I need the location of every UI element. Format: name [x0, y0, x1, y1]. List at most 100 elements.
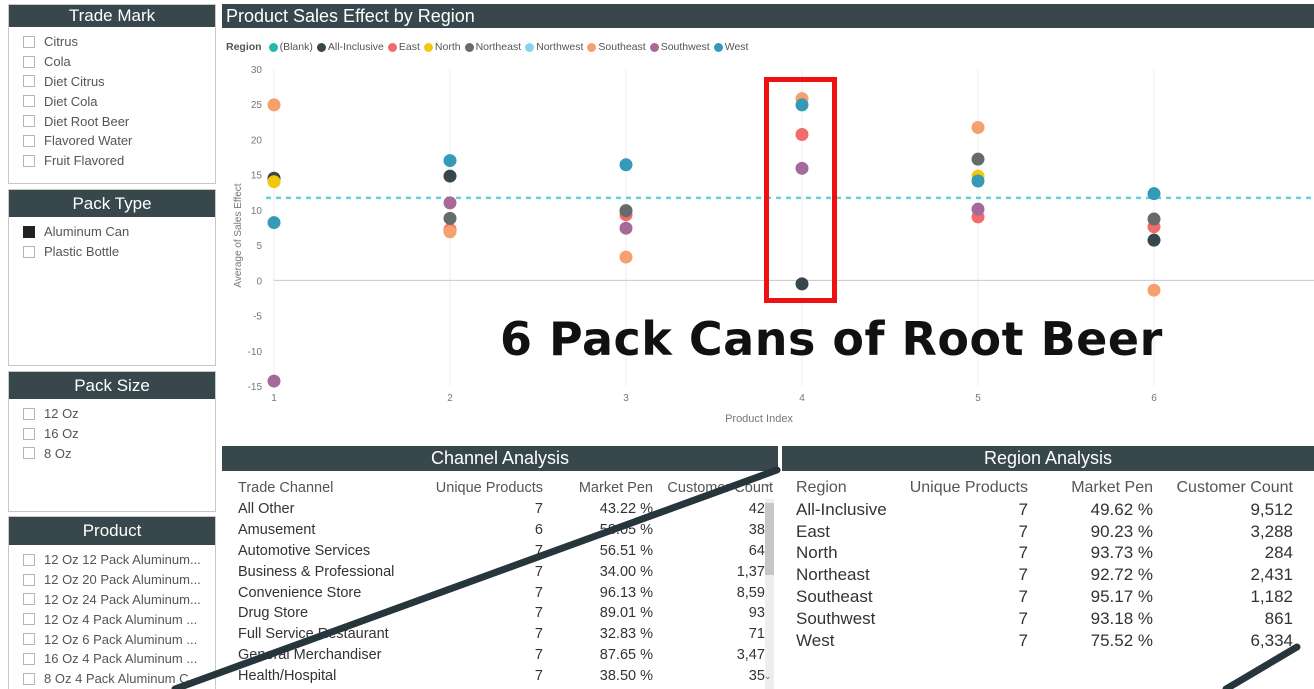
checkbox[interactable]: [23, 95, 35, 108]
checkbox[interactable]: [23, 407, 35, 420]
region-header-region[interactable]: Region: [792, 477, 892, 499]
checkbox[interactable]: [23, 134, 35, 147]
trade-mark-item-flavored-water[interactable]: Flavored Water: [23, 131, 215, 151]
checkbox[interactable]: [23, 593, 35, 606]
y-tick-label: -10: [248, 347, 263, 358]
region-cell-region: West: [796, 630, 835, 650]
legend-item-east[interactable]: East: [387, 41, 420, 53]
table-row[interactable]: North 7 93.73 % 284: [792, 543, 1297, 565]
table-row[interactable]: Southwest 7 93.18 % 861: [792, 608, 1297, 630]
channel-header-unique-products[interactable]: Unique Products: [412, 477, 547, 499]
legend-label: Northwest: [536, 41, 584, 53]
checkbox[interactable]: [23, 447, 35, 460]
product-item-16-oz-4-pack-aluminum[interactable]: 16 Oz 4 Pack Aluminum ...: [23, 649, 215, 669]
scroll-up-icon[interactable]: ⌃: [764, 483, 772, 494]
channel-cell-customer-count: 386: [748, 522, 773, 539]
trade-mark-item-diet-cola[interactable]: Diet Cola: [23, 91, 215, 111]
region-cell-customer-count: 284: [1264, 543, 1293, 563]
legend-item-northeast[interactable]: Northeast: [464, 41, 522, 53]
table-row[interactable]: Full Service Restaurant 7 32.83 % 716: [234, 624, 777, 645]
table-row[interactable]: Drug Store 7 89.01 % 931: [234, 603, 777, 624]
checkbox[interactable]: [23, 225, 35, 238]
trade-mark-item-diet-citrus[interactable]: Diet Citrus: [23, 72, 215, 92]
table-row[interactable]: West 7 75.52 % 6,334: [792, 630, 1297, 652]
table-row[interactable]: East 7 90.23 % 3,288: [792, 521, 1297, 543]
legend-item-northwest[interactable]: Northwest: [525, 41, 583, 53]
channel-cell-market-pen: 43.22 %: [599, 501, 653, 518]
checkbox[interactable]: [23, 652, 35, 665]
table-row[interactable]: Health/Hospital 7 38.50 % 353: [234, 665, 777, 686]
channel-header-trade-channel[interactable]: Trade Channel: [234, 477, 412, 499]
channel-table-scrollbar[interactable]: [765, 499, 774, 689]
channel-cell-trade-channel: Full Service Restaurant: [238, 626, 389, 643]
slicer-item-label: 8 Oz 4 Pack Aluminum C...: [44, 671, 200, 687]
product-item-12-oz-4-pack-aluminum[interactable]: 12 Oz 4 Pack Aluminum ...: [23, 609, 215, 629]
channel-cell-customer-count: 353: [748, 667, 773, 684]
legend-item-west[interactable]: West: [713, 41, 748, 53]
legend-item-southwest[interactable]: Southwest: [649, 41, 710, 53]
region-cell-customer-count: 6,334: [1250, 630, 1293, 650]
point-west: [443, 154, 457, 168]
checkbox[interactable]: [23, 427, 35, 440]
table-row[interactable]: Convenience Store 7 96.13 % 8,596: [234, 582, 777, 603]
channel-analysis-title: Channel Analysis: [222, 446, 778, 471]
checkbox[interactable]: [23, 115, 35, 128]
scroll-down-icon[interactable]: ⌄: [764, 671, 772, 682]
product-item-12-oz-20-pack-aluminum[interactable]: 12 Oz 20 Pack Aluminum...: [23, 570, 215, 590]
checkbox[interactable]: [23, 633, 35, 646]
channel-header-market-pen[interactable]: Market Pen: [547, 477, 657, 499]
table-row[interactable]: General Merchandiser 7 87.65 % 3,471: [234, 645, 777, 666]
product-item-12-oz-24-pack-aluminum[interactable]: 12 Oz 24 Pack Aluminum...: [23, 590, 215, 610]
legend-item-southeast[interactable]: Southeast: [587, 41, 646, 53]
y-tick-label: 10: [251, 206, 263, 217]
trade-mark-item-fruit-flavored[interactable]: Fruit Flavored: [23, 151, 215, 171]
trade-mark-item-citrus[interactable]: Citrus: [23, 32, 215, 52]
point-southwest: [267, 374, 281, 388]
pack-size-slicer: Pack Size 12 Oz 16 Oz 8 Oz: [8, 371, 216, 512]
checkbox[interactable]: [23, 573, 35, 586]
checkbox[interactable]: [23, 553, 35, 566]
checkbox[interactable]: [23, 154, 35, 167]
table-row[interactable]: Southeast 7 95.17 % 1,182: [792, 586, 1297, 608]
table-row[interactable]: Automotive Services 7 56.51 % 647: [234, 541, 777, 562]
trade-mark-item-cola[interactable]: Cola: [23, 52, 215, 72]
region-header-market-pen[interactable]: Market Pen: [1032, 477, 1157, 499]
region-cell-unique-products: 7: [1018, 521, 1028, 541]
pack-type-item-plastic-bottle[interactable]: Plastic Bottle: [23, 242, 215, 262]
checkbox[interactable]: [23, 613, 35, 626]
checkbox[interactable]: [23, 672, 35, 685]
product-slicer-title: Product: [9, 517, 215, 545]
legend-item-all-inclusive[interactable]: All-Inclusive: [316, 41, 384, 53]
table-row[interactable]: Northeast 7 92.72 % 2,431: [792, 564, 1297, 586]
channel-cell-market-pen: 34.00 %: [599, 563, 653, 580]
legend-label: Northeast: [475, 41, 522, 53]
legend-item-blank[interactable]: (Blank): [268, 41, 313, 53]
checkbox[interactable]: [23, 245, 35, 258]
table-row[interactable]: All-Inclusive 7 49.62 % 9,512: [792, 499, 1297, 521]
table-row[interactable]: Amusement 6 58.05 % 386: [234, 520, 777, 541]
checkbox[interactable]: [23, 75, 35, 88]
legend-item-north[interactable]: North: [423, 41, 461, 53]
pack-type-item-aluminum-can[interactable]: Aluminum Can: [23, 222, 215, 242]
trade-mark-item-diet-root-beer[interactable]: Diet Root Beer: [23, 111, 215, 131]
pack-size-item-8-oz[interactable]: 8 Oz: [23, 444, 215, 464]
region-header-customer-count[interactable]: Customer Count: [1157, 477, 1297, 499]
product-item-12-oz-6-pack-aluminum[interactable]: 12 Oz 6 Pack Aluminum ...: [23, 629, 215, 649]
x-axis-title: Product Index: [725, 413, 793, 425]
pack-size-item-16-oz[interactable]: 16 Oz: [23, 424, 215, 444]
scrollbar-thumb[interactable]: [765, 503, 774, 575]
region-cell-region: East: [796, 521, 831, 541]
pack-size-item-12-oz[interactable]: 12 Oz: [23, 404, 215, 424]
checkbox[interactable]: [23, 35, 35, 48]
channel-header-customer-count[interactable]: Customer Count: [657, 477, 777, 499]
product-item-12-oz-12-pack-aluminum[interactable]: 12 Oz 12 Pack Aluminum...: [23, 550, 215, 570]
region-header-unique-products[interactable]: Unique Products: [892, 477, 1032, 499]
region-cell-unique-products: 7: [1018, 630, 1028, 650]
checkbox[interactable]: [23, 55, 35, 68]
table-row[interactable]: All Other 7 43.22 % 427: [234, 499, 777, 520]
channel-cell-customer-count: 427: [748, 501, 773, 518]
point-southeast: [443, 225, 457, 239]
table-row[interactable]: Business & Professional 7 34.00 % 1,375: [234, 561, 777, 582]
product-item-8-oz-4-pack-aluminum-c[interactable]: 8 Oz 4 Pack Aluminum C...: [23, 669, 215, 689]
root-beer-caption: 6 Pack Cans of Root Beer: [500, 312, 1163, 366]
